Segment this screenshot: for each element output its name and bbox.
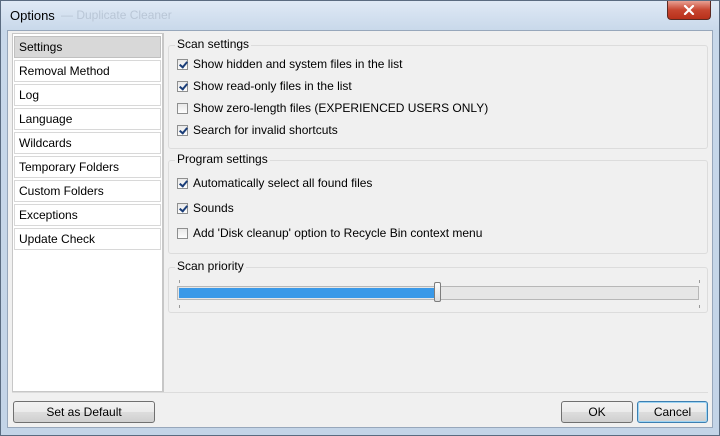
settings-nav: Settings Removal Method Log Language Wil…: [12, 33, 163, 392]
nav-item-update-check[interactable]: Update Check: [14, 228, 161, 250]
checkbox[interactable]: [177, 124, 188, 136]
option-label: Search for invalid shortcuts: [193, 123, 338, 137]
set-as-default-button[interactable]: Set as Default: [13, 401, 155, 423]
option-label: Show zero-length files (EXPERIENCED USER…: [193, 101, 489, 115]
dialog-body: Settings Removal Method Log Language Wil…: [7, 30, 713, 428]
option-auto-select[interactable]: Automatically select all found files: [177, 175, 372, 191]
slider-tick: [179, 280, 180, 283]
nav-item-log[interactable]: Log: [14, 84, 161, 106]
checkbox[interactable]: [177, 227, 188, 239]
nav-item-temporary-folders[interactable]: Temporary Folders: [14, 156, 161, 178]
checkbox[interactable]: [177, 177, 188, 189]
close-button[interactable]: [667, 1, 711, 20]
ok-button[interactable]: OK: [561, 401, 633, 423]
options-window: Options — Duplicate Cleaner Settings Rem…: [0, 0, 720, 436]
option-label: Add 'Disk cleanup' option to Recycle Bin…: [193, 226, 483, 240]
slider-tick: [179, 305, 180, 308]
scan-settings-group: Scan settings Show hidden and system fil…: [168, 37, 708, 149]
scan-priority-group: Scan priority: [168, 259, 708, 313]
vertical-divider: [163, 33, 164, 392]
scan-settings-title: Scan settings: [175, 37, 252, 51]
button-bar-divider: [12, 392, 708, 393]
close-icon: [683, 5, 695, 15]
option-label: Sounds: [193, 201, 234, 215]
option-label: Automatically select all found files: [193, 176, 373, 190]
option-show-hidden[interactable]: Show hidden and system files in the list: [177, 56, 402, 72]
checkbox[interactable]: [177, 58, 188, 70]
option-invalid-shortcuts[interactable]: Search for invalid shortcuts: [177, 122, 338, 138]
nav-item-settings[interactable]: Settings: [14, 36, 161, 58]
window-title: Options: [10, 8, 55, 23]
title-bar[interactable]: Options — Duplicate Cleaner: [1, 1, 719, 29]
option-show-readonly[interactable]: Show read-only files in the list: [177, 78, 352, 94]
nav-item-language[interactable]: Language: [14, 108, 161, 130]
program-settings-title: Program settings: [175, 152, 270, 166]
checkbox[interactable]: [177, 80, 188, 92]
option-sounds[interactable]: Sounds: [177, 200, 234, 216]
checkbox[interactable]: [177, 202, 188, 214]
slider-thumb[interactable]: [434, 282, 441, 302]
option-label: Show hidden and system files in the list: [193, 57, 403, 71]
slider-fill: [179, 288, 438, 298]
nav-item-custom-folders[interactable]: Custom Folders: [14, 180, 161, 202]
program-settings-group: Program settings Automatically select al…: [168, 152, 708, 254]
option-show-zero-length[interactable]: Show zero-length files (EXPERIENCED USER…: [177, 100, 488, 116]
slider-tick: [699, 305, 700, 308]
nav-item-wildcards[interactable]: Wildcards: [14, 132, 161, 154]
nav-item-exceptions[interactable]: Exceptions: [14, 204, 161, 226]
slider-tick: [699, 280, 700, 283]
scan-priority-title: Scan priority: [175, 259, 246, 273]
window-title-ghost: — Duplicate Cleaner: [61, 8, 172, 22]
checkbox[interactable]: [177, 102, 188, 114]
cancel-button[interactable]: Cancel: [637, 401, 708, 423]
option-disk-cleanup[interactable]: Add 'Disk cleanup' option to Recycle Bin…: [177, 225, 482, 241]
option-label: Show read-only files in the list: [193, 79, 352, 93]
nav-item-removal-method[interactable]: Removal Method: [14, 60, 161, 82]
